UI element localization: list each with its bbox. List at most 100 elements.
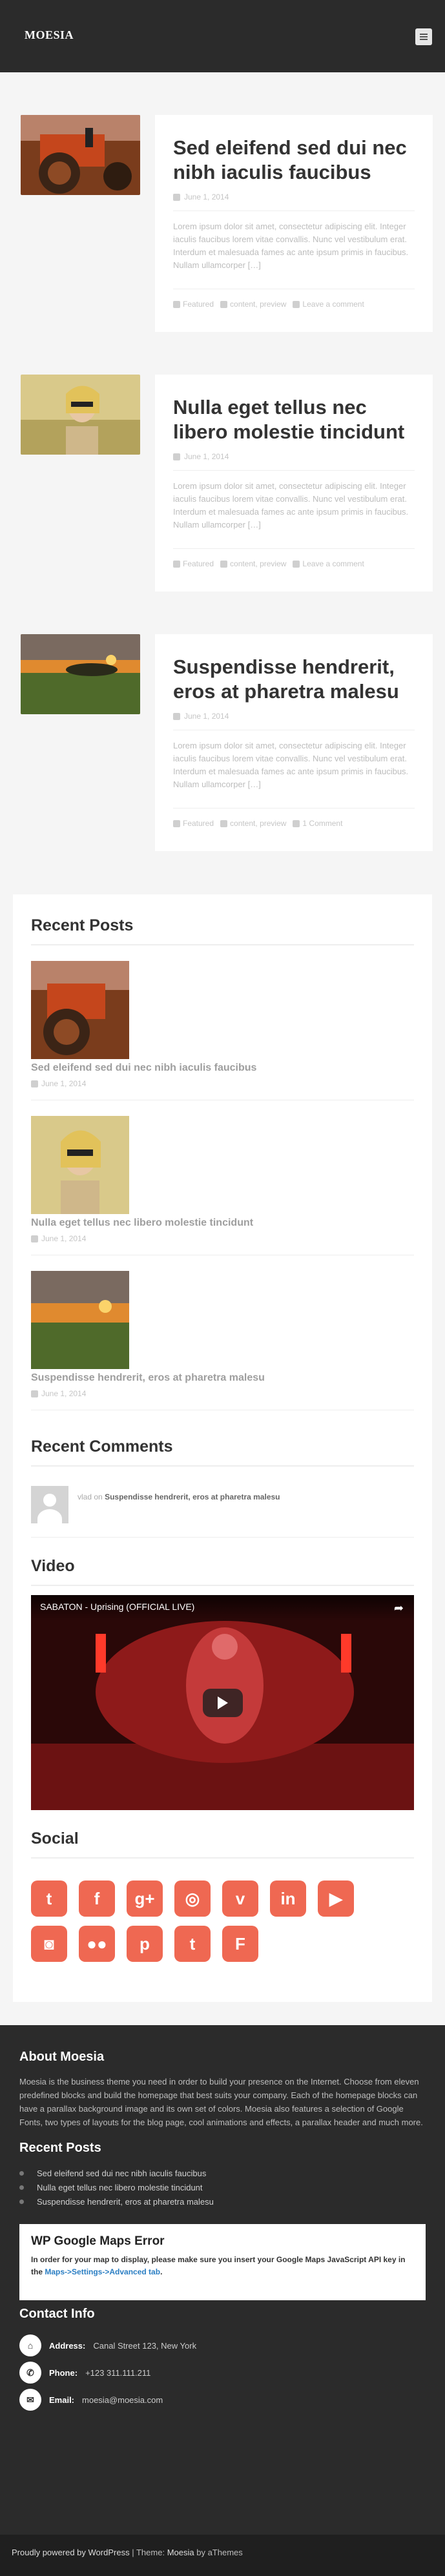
post-meta: June 1, 2014 (173, 712, 415, 730)
post-thumbnail-woman[interactable] (21, 375, 140, 455)
recent-post-thumbnail[interactable] (31, 1271, 129, 1369)
theme-link[interactable]: Moesia (167, 2548, 194, 2557)
twitter-icon[interactable]: t (31, 1880, 67, 1917)
sidebar: Recent Posts Sed eleifend sed dui nec ni… (13, 894, 432, 2002)
map-settings-link[interactable]: Maps->Settings->Advanced tab (45, 2267, 160, 2276)
list-item: Sed eleifend sed dui nec nibh iaculis fa… (31, 945, 414, 1100)
contact-list: ⌂ Address: Canal Street 123, New York ✆ … (19, 2332, 426, 2413)
footer-recent-item[interactable]: Nulla eget tellus nec libero molestie ti… (19, 2180, 426, 2194)
tumblr-icon[interactable]: t (174, 1926, 211, 1962)
recent-post-thumbnail[interactable] (31, 1116, 129, 1214)
widget-title: Recent Posts (31, 916, 134, 934)
folder-icon (173, 560, 180, 568)
post-date[interactable]: June 1, 2014 (184, 712, 229, 721)
menu-icon (420, 34, 428, 35)
post-thumbnail-sunset[interactable] (21, 634, 140, 714)
post-item: Nulla eget tellus nec libero molestie ti… (0, 375, 445, 607)
comment-icon (293, 819, 300, 827)
footer-recent-item[interactable]: Suspendisse hendrerit, eros at pharetra … (19, 2194, 426, 2209)
post-category[interactable]: Featured (183, 300, 214, 309)
facebook-icon[interactable]: f (79, 1880, 115, 1917)
wordpress-link[interactable]: Proudly powered by WordPress (12, 2548, 130, 2557)
video-player[interactable]: SABATON - Uprising (OFFICIAL LIVE) ➦ (31, 1595, 414, 1810)
social-widget: Social t f g+ ◎ v in ▶ ◙ ●● p t F (31, 1829, 414, 1962)
comment-icon (293, 300, 300, 308)
post-title[interactable]: Sed eleifend sed dui nec nibh iaculis fa… (173, 136, 415, 185)
youtube-icon[interactable]: ▶ (318, 1880, 354, 1917)
folder-icon (173, 300, 180, 308)
post-tags[interactable]: content, preview (230, 819, 286, 828)
recent-posts-widget: Recent Posts Sed eleifend sed dui nec ni… (31, 894, 414, 1410)
post-comments-link[interactable]: Leave a comment (302, 559, 364, 568)
recent-post-date: June 1, 2014 (31, 1389, 86, 1398)
calendar-icon (173, 193, 180, 201)
post-excerpt: Lorem ipsum dolor sit amet, consectetur … (173, 220, 415, 289)
instagram-icon[interactable]: ◙ (31, 1926, 67, 1962)
calendar-icon (173, 712, 180, 720)
post-excerpt: Lorem ipsum dolor sit amet, consectetur … (173, 739, 415, 809)
post-date[interactable]: June 1, 2014 (184, 192, 229, 201)
site-logo[interactable]: MOESIA (25, 28, 74, 42)
post-tags[interactable]: content, preview (230, 559, 286, 568)
widget-title: Social (31, 1829, 79, 1848)
video-widget: Video SABATON - Uprising (OFFICIAL LIVE)… (31, 1557, 414, 1810)
footer-recent-title: Recent Posts (19, 2141, 101, 2155)
pinterest-icon[interactable]: p (127, 1926, 163, 1962)
contact-address: ⌂ Address: Canal Street 123, New York (19, 2332, 426, 2359)
calendar-icon (31, 1235, 38, 1242)
calendar-icon (31, 1080, 38, 1087)
envelope-icon: ✉ (19, 2389, 41, 2411)
footer-recent-item[interactable]: Sed eleifend sed dui nec nibh iaculis fa… (19, 2166, 426, 2180)
menu-toggle-button[interactable] (415, 28, 432, 45)
list-item: Nulla eget tellus nec libero molestie ti… (31, 1100, 414, 1255)
foursquare-icon[interactable]: F (222, 1926, 258, 1962)
footer-recent-list: Sed eleifend sed dui nec nibh iaculis fa… (19, 2166, 426, 2209)
map-error-title: WP Google Maps Error (31, 2234, 165, 2248)
comment-author[interactable]: vlad (78, 1492, 92, 1501)
play-button[interactable] (203, 1689, 243, 1717)
tag-icon (220, 560, 228, 568)
share-icon[interactable]: ➦ (394, 1602, 404, 1615)
widget-title: Recent Comments (31, 1437, 173, 1456)
post-comments-link[interactable]: 1 Comment (302, 819, 342, 828)
divider (31, 1585, 414, 1586)
post-tags[interactable]: content, preview (230, 300, 286, 309)
post-category[interactable]: Featured (183, 819, 214, 828)
google-plus-icon[interactable]: g+ (127, 1880, 163, 1917)
post-footer: Featured content, preview Leave a commen… (173, 559, 415, 568)
post-excerpt: Lorem ipsum dolor sit amet, consectetur … (173, 480, 415, 549)
post-title[interactable]: Suspendisse hendrerit, eros at pharetra … (173, 655, 415, 704)
footer-about-title: About Moesia (19, 2050, 105, 2064)
post-category[interactable]: Featured (183, 559, 214, 568)
post-date[interactable]: June 1, 2014 (184, 452, 229, 461)
calendar-icon (173, 453, 180, 460)
post-footer: Featured content, preview Leave a commen… (173, 300, 415, 309)
tag-icon (220, 300, 228, 308)
post-footer: Featured content, preview 1 Comment (173, 819, 415, 828)
dribbble-icon[interactable]: ◎ (174, 1880, 211, 1917)
recent-post-title[interactable]: Suspendisse hendrerit, eros at pharetra … (31, 1372, 265, 1384)
comment-post-link[interactable]: Suspendisse hendrerit, eros at pharetra … (105, 1492, 280, 1501)
video-title[interactable]: SABATON - Uprising (OFFICIAL LIVE) (31, 1595, 414, 1621)
post-thumbnail-tractor[interactable] (21, 115, 140, 195)
post-item: Sed eleifend sed dui nec nibh iaculis fa… (0, 115, 445, 347)
recent-comments-widget: Recent Comments vlad on Suspendisse hend… (31, 1437, 414, 1538)
site-credits: Proudly powered by WordPress | Theme: Mo… (0, 2535, 445, 2576)
footer-about-text: Moesia is the business theme you need in… (19, 2077, 423, 2127)
recent-post-title[interactable]: Nulla eget tellus nec libero molestie ti… (31, 1217, 253, 1229)
footer-contact-title: Contact Info (19, 2307, 95, 2321)
linkedin-icon[interactable]: in (270, 1880, 306, 1917)
calendar-icon (31, 1390, 38, 1397)
flickr-icon[interactable]: ●● (79, 1926, 115, 1962)
folder-icon (173, 819, 180, 827)
map-error-box: WP Google Maps Error In order for your m… (19, 2224, 426, 2300)
play-icon (218, 1696, 228, 1709)
post-title[interactable]: Nulla eget tellus nec libero molestie ti… (173, 395, 415, 444)
post-card: Suspendisse hendrerit, eros at pharetra … (155, 634, 433, 851)
recent-post-title[interactable]: Sed eleifend sed dui nec nibh iaculis fa… (31, 1062, 256, 1074)
recent-post-thumbnail[interactable] (31, 961, 129, 1059)
post-comments-link[interactable]: Leave a comment (302, 300, 364, 309)
divider (31, 1857, 414, 1859)
recent-post-date: June 1, 2014 (31, 1079, 86, 1088)
vimeo-icon[interactable]: v (222, 1880, 258, 1917)
